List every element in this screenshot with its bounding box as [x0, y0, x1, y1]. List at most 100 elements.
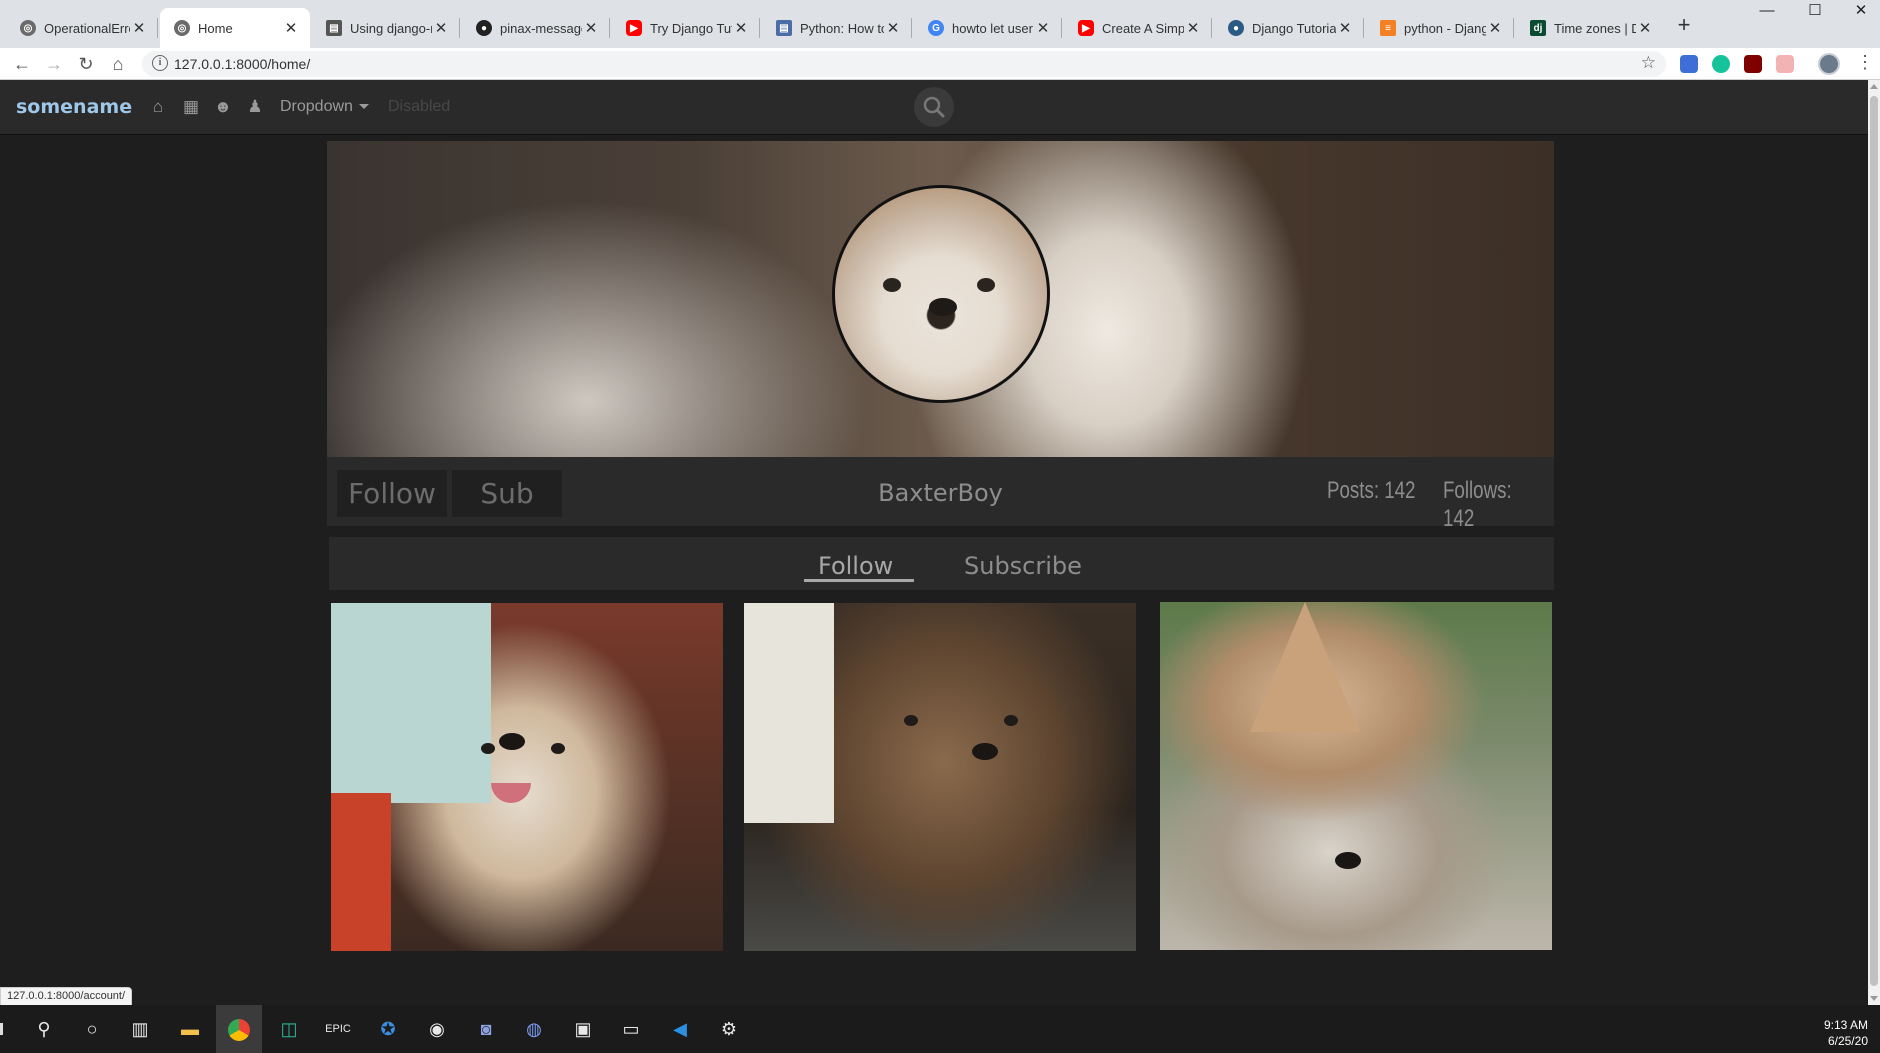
new-tab-button[interactable]: + — [1670, 12, 1698, 40]
app-icon[interactable]: ✪ — [374, 1015, 402, 1043]
close-tab-icon[interactable]: ✕ — [884, 19, 902, 37]
clock-time: 9:13 AM — [1823, 1018, 1868, 1032]
extension-icon[interactable] — [1680, 55, 1698, 73]
stackoverflow-icon: ≡ — [1380, 20, 1396, 36]
page-scrollbar[interactable] — [1868, 80, 1880, 1005]
search-icon — [923, 96, 945, 118]
close-tab-icon[interactable]: ✕ — [1184, 19, 1202, 37]
globe-icon: ◎ — [174, 20, 190, 36]
doc-icon: ▤ — [326, 20, 342, 36]
settings-icon[interactable]: ⚙ — [715, 1015, 743, 1043]
file-explorer-icon[interactable]: ▬ — [176, 1015, 204, 1043]
close-window-button[interactable]: ✕ — [1838, 0, 1880, 24]
tab-subscribe[interactable]: Subscribe — [964, 552, 1082, 580]
back-icon[interactable]: ← — [8, 51, 36, 77]
search-button[interactable] — [914, 87, 954, 127]
steam-icon[interactable]: ◉ — [423, 1015, 451, 1043]
profile-avatar[interactable] — [1818, 53, 1840, 75]
nav-dropdown[interactable]: Dropdown — [280, 98, 369, 116]
bird-icon: ● — [1228, 20, 1244, 36]
browser-tab[interactable]: ▤ Using django-m ✕ — [312, 8, 460, 48]
home-icon[interactable]: ⌂ — [148, 97, 168, 117]
sombrero — [1250, 602, 1360, 732]
app-icon[interactable]: ◫ — [275, 1015, 303, 1043]
browser-tab[interactable]: ▶ Create A Simple ✕ — [1064, 8, 1212, 48]
close-tab-icon[interactable]: ✕ — [582, 19, 600, 37]
profile-info-bar: Follow Sub BaxterBoy Posts: 142 Follows:… — [327, 457, 1554, 532]
globe-icon: ◎ — [20, 20, 36, 36]
doc-icon: ▤ — [776, 20, 792, 36]
cortana-icon[interactable]: ○ — [78, 1015, 106, 1043]
vscode-icon[interactable]: ◀ — [666, 1015, 694, 1043]
posts-count: Posts: 142 — [1327, 477, 1416, 504]
site-navbar: somename ⌂ ▦ ☻ ♟ Dropdown Disabled — [0, 80, 1868, 135]
youtube-icon: ▶ — [626, 20, 642, 36]
browser-tab[interactable]: ● Django Tutorial ✕ — [1214, 8, 1364, 48]
minimize-button[interactable]: — — [1744, 0, 1790, 24]
search-icon[interactable]: ⚲ — [30, 1015, 58, 1043]
site-info-icon[interactable]: i — [152, 55, 168, 71]
clock-date: 6/25/20 — [1827, 1034, 1868, 1048]
forward-icon[interactable]: → — [40, 51, 68, 77]
user-icon[interactable]: ♟ — [245, 97, 265, 117]
task-view-icon[interactable]: ▥ — [126, 1015, 154, 1043]
profile-banner-image — [327, 141, 1554, 457]
google-icon: G — [928, 20, 944, 36]
address-bar[interactable]: i 127.0.0.1:8000/home/ ☆ — [142, 51, 1666, 77]
bookmark-star-icon[interactable]: ☆ — [1641, 53, 1656, 73]
maximize-button[interactable]: ☐ — [1792, 0, 1838, 24]
ublock-icon[interactable] — [1744, 55, 1762, 73]
scroll-down-icon[interactable] — [1870, 996, 1878, 1001]
nav-disabled-link: Disabled — [388, 98, 451, 115]
close-tab-icon[interactable]: ✕ — [1636, 19, 1654, 37]
home-icon[interactable]: ⌂ — [104, 51, 132, 77]
browser-tab-active[interactable]: ◎ Home ✕ — [160, 8, 310, 48]
site-brand[interactable]: somename — [16, 96, 132, 118]
start-icon[interactable] — [0, 1023, 3, 1035]
profile-avatar-image[interactable] — [832, 185, 1050, 403]
close-tab-icon[interactable]: ✕ — [1486, 19, 1504, 37]
discord-icon[interactable]: ◙ — [472, 1015, 500, 1043]
close-tab-icon[interactable]: ✕ — [130, 19, 148, 37]
scroll-up-icon[interactable] — [1870, 84, 1878, 89]
reload-icon[interactable]: ↻ — [72, 51, 100, 77]
follows-count: Follows: 142 — [1443, 477, 1512, 532]
windows-taskbar: ⚲ ○ ▥ ▬ ◫ EPIC ✪ ◉ ◙ ◍ ▣ ▭ ◀ ⚙ 9:13 AM 6… — [0, 1005, 1880, 1053]
browser-tab[interactable]: G howto let user ✕ — [914, 8, 1062, 48]
epic-games-icon[interactable]: EPIC — [324, 1015, 352, 1043]
chrome-profile-icon[interactable]: ◍ — [520, 1015, 548, 1043]
close-tab-icon[interactable]: ✕ — [732, 19, 750, 37]
system-clock[interactable]: 9:13 AM 6/25/20 — [1824, 1017, 1868, 1049]
chrome-icon[interactable] — [216, 1005, 262, 1053]
close-tab-icon[interactable]: ✕ — [1336, 19, 1354, 37]
app-icon[interactable]: ▣ — [569, 1015, 597, 1043]
gallery-photo[interactable] — [331, 603, 723, 951]
close-tab-icon[interactable]: ✕ — [1034, 19, 1052, 37]
browser-tab[interactable]: ▶ Try Django Tuto ✕ — [612, 8, 760, 48]
browser-tab[interactable]: ▤ Python: How to ✕ — [762, 8, 912, 48]
video-icon[interactable]: ▦ — [181, 97, 201, 117]
active-tab-indicator — [804, 579, 914, 582]
gallery-photo[interactable] — [1160, 602, 1552, 950]
close-tab-icon[interactable]: ✕ — [282, 19, 300, 37]
browser-toolbar: ← → ↻ ⌂ i 127.0.0.1:8000/home/ ☆ ⋮ — [0, 48, 1880, 80]
browser-tab[interactable]: ● pinax-messages ✕ — [462, 8, 610, 48]
gallery-photo[interactable] — [744, 603, 1136, 951]
youtube-icon: ▶ — [1078, 20, 1094, 36]
browser-tab[interactable]: ◎ OperationalError ✕ — [6, 8, 158, 48]
profile-tabs-bar: Follow Subscribe — [329, 537, 1554, 590]
smile-icon[interactable]: ☻ — [213, 97, 233, 117]
grammarly-icon[interactable] — [1712, 55, 1730, 73]
extension-icon[interactable] — [1776, 55, 1794, 73]
terminal-icon[interactable]: ▭ — [617, 1015, 645, 1043]
browser-tab-strip: ◎ OperationalError ✕ ◎ Home ✕ ▤ Using dj… — [0, 0, 1880, 48]
browser-tab[interactable]: dj Time zones | Dj ✕ — [1516, 8, 1664, 48]
browser-tab[interactable]: ≡ python - Djang ✕ — [1366, 8, 1514, 48]
scroll-thumb[interactable] — [1870, 96, 1878, 986]
caret-down-icon — [358, 104, 369, 110]
menu-icon[interactable]: ⋮ — [1856, 52, 1874, 73]
dropdown-label: Dropdown — [280, 98, 353, 115]
close-tab-icon[interactable]: ✕ — [432, 19, 450, 37]
tab-follow[interactable]: Follow — [818, 552, 893, 580]
url-text: 127.0.0.1:8000/home/ — [174, 56, 311, 72]
